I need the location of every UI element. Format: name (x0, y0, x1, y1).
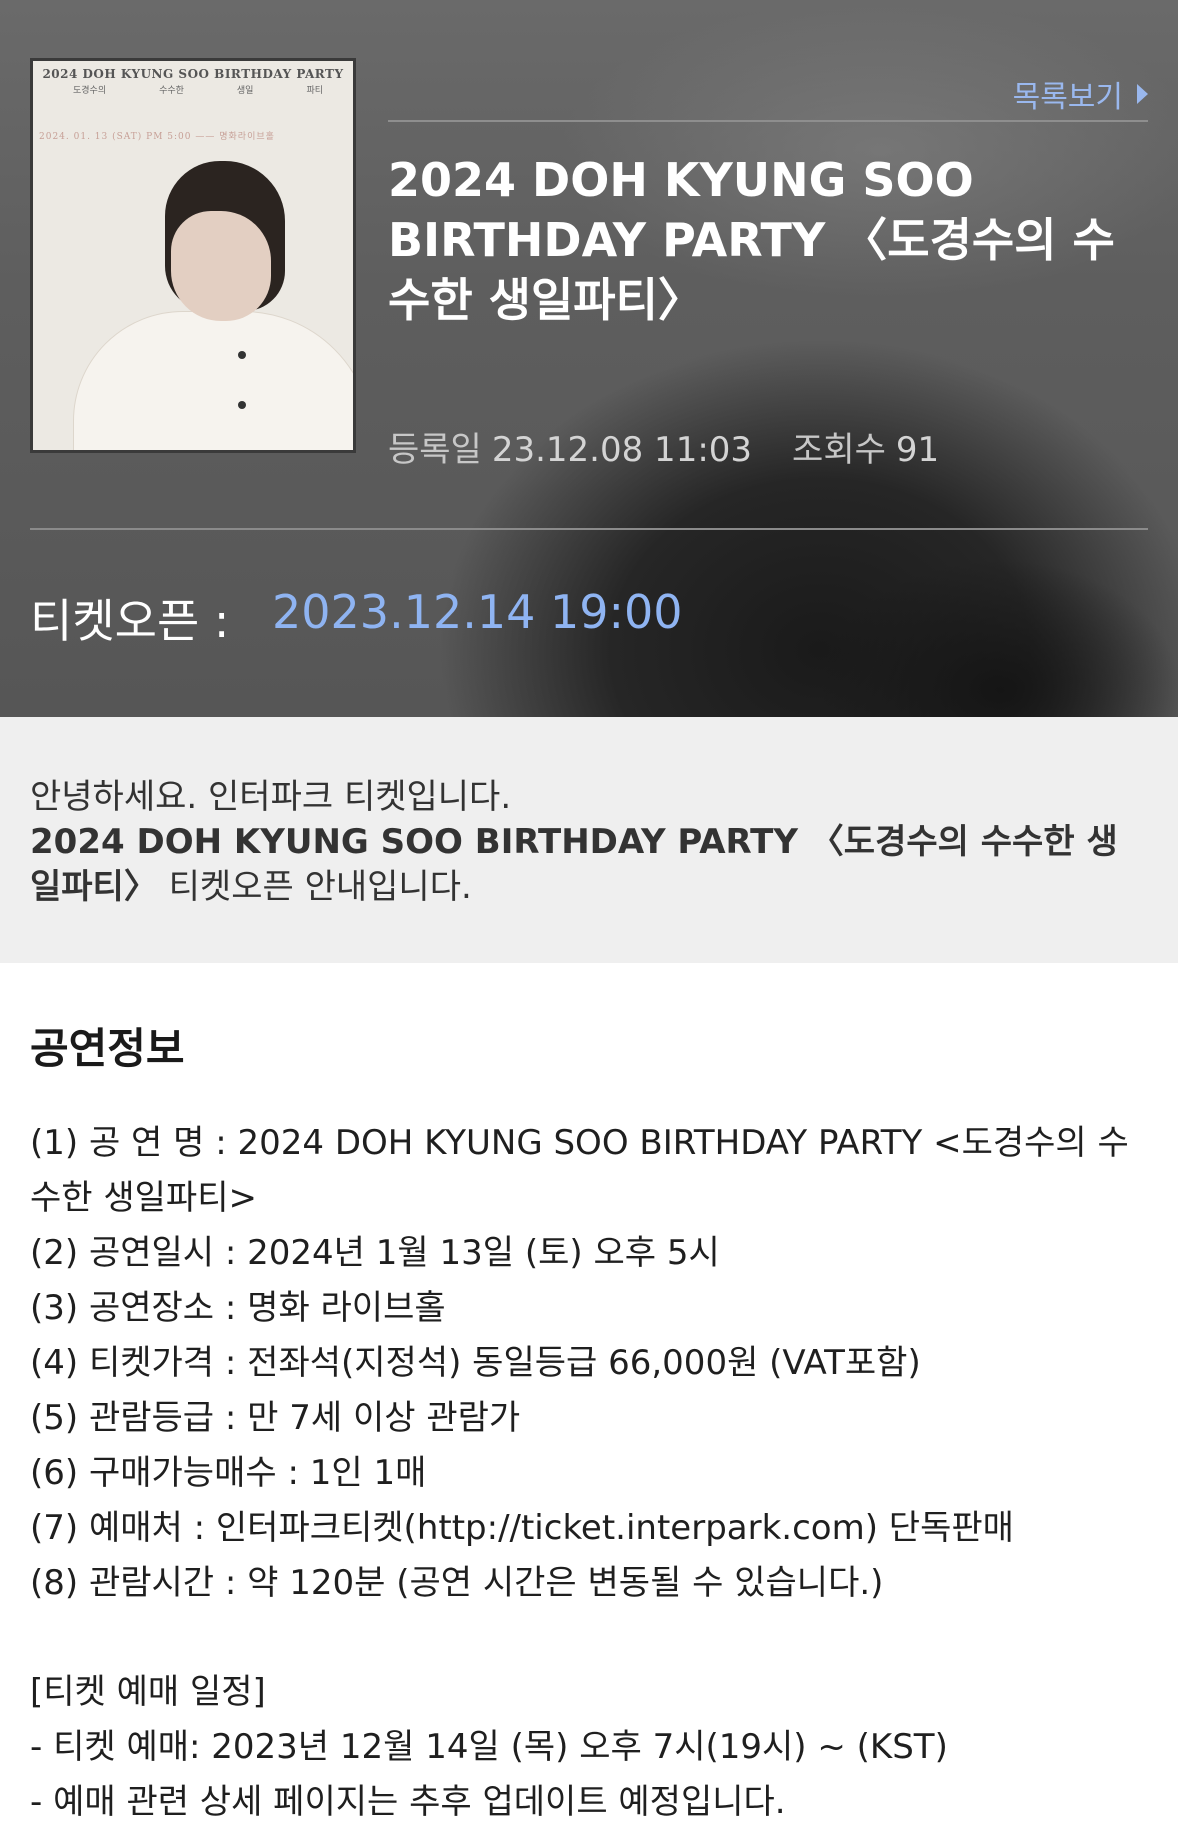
ticket-open: 티켓오픈 : 2023.12.14 19:00 (30, 585, 683, 651)
info-item-venue: (3) 공연장소 : 명화 라이브홀 (30, 1288, 446, 1328)
ticket-open-datetime: 2023.12.14 19:00 (272, 585, 683, 639)
schedule-item: - 예매 관련 상세 페이지는 추후 업데이트 예정입니다. (30, 1782, 786, 1822)
poster-figure-face (171, 211, 271, 321)
poster-figure-button (238, 351, 246, 359)
poster-sub-4: 파티 (306, 86, 323, 96)
poster-sub-2: 수수한 (159, 86, 184, 96)
poster-date: 2024. 01. 13 (SAT) PM 5:00 —— 명화라이브홀 (39, 132, 275, 142)
info-item-datetime: (2) 공연일시 : 2024년 1월 13일 (토) 오후 5시 (30, 1233, 720, 1273)
poster-subtitle: 도경수의 수수한 생일 파티 (73, 83, 323, 96)
notice-meta: 등록일 23.12.08 11:03 조회수 91 (388, 422, 939, 471)
schedule-item: - 티켓 예매: 2023년 12월 14일 (목) 오후 7시(19시) ~ … (30, 1727, 948, 1767)
poster-figure-button (238, 401, 246, 409)
divider (30, 528, 1148, 530)
registered-label: 등록일 (388, 430, 482, 470)
notice-title: 2024 DOH KYUNG SOO BIRTHDAY PARTY 〈도경수의 … (388, 153, 1115, 327)
view-count: 조회수 91 (792, 422, 939, 471)
registered-value: 23.12.08 11:03 (491, 430, 753, 470)
info-item-title: (1) 공 연 명 : 2024 DOH KYUNG SOO BIRTHDAY … (30, 1123, 1129, 1218)
poster-image[interactable]: 2024 DOH KYUNG SOO BIRTHDAY PARTY 도경수의 수… (30, 58, 356, 453)
views-label: 조회수 (792, 430, 886, 470)
info-item-price: (4) 티켓가격 : 전좌석(지정석) 동일등급 66,000원 (VAT포함) (30, 1343, 921, 1383)
list-view-label: 목록보기 (1012, 80, 1123, 115)
notice-headline: 2024 DOH KYUNG SOO BIRTHDAY PARTY 〈도경수의 … (30, 820, 1148, 910)
performance-info: 공연정보 (1) 공 연 명 : 2024 DOH KYUNG SOO BIRT… (30, 1015, 1150, 1830)
poster-sub-3: 생일 (236, 86, 254, 96)
info-item-runtime: (8) 관람시간 : 약 120분 (공연 시간은 변동될 수 있습니다.) (30, 1563, 884, 1603)
list-view-link[interactable]: 목록보기 (1013, 72, 1148, 116)
notice-greeting: 안녕하세요. 인터파크 티켓입니다. (30, 777, 512, 817)
notice-headline-suffix: 티켓오픈 안내입니다. (157, 867, 472, 907)
play-arrow-icon (1137, 84, 1148, 104)
notice-header: 2024 DOH KYUNG SOO BIRTHDAY PARTY 도경수의 수… (0, 0, 1178, 717)
schedule-title: [티켓 예매 일정] (30, 1672, 266, 1712)
notice-intro: 안녕하세요. 인터파크 티켓입니다. 2024 DOH KYUNG SOO BI… (0, 717, 1178, 963)
divider (388, 120, 1148, 122)
info-item-rating: (5) 관람등급 : 만 7세 이상 관람가 (30, 1398, 521, 1438)
poster-title: 2024 DOH KYUNG SOO BIRTHDAY PARTY (42, 67, 344, 81)
info-item-seller: (7) 예매처 : 인터파크티켓(http://ticket.interpark… (30, 1508, 1014, 1548)
views-value: 91 (895, 430, 940, 470)
info-item-purchase-limit: (6) 구매가능매수 : 1인 1매 (30, 1453, 427, 1493)
ticket-open-label: 티켓오픈 : (30, 594, 230, 648)
poster-sub-1: 도경수의 (73, 86, 107, 96)
section-title: 공연정보 (30, 1024, 185, 1073)
registered-date: 등록일 23.12.08 11:03 (388, 422, 752, 471)
poster-figure-body (73, 311, 353, 450)
